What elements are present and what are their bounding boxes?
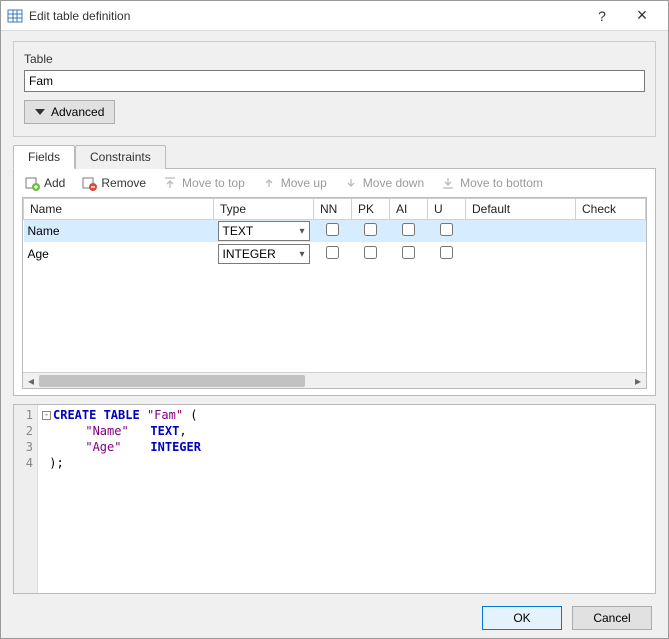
move-down-button[interactable]: Move down bbox=[343, 175, 424, 191]
u-checkbox[interactable] bbox=[440, 246, 453, 259]
scroll-left-icon[interactable]: ◂ bbox=[23, 373, 39, 389]
pk-checkbox[interactable] bbox=[364, 246, 377, 259]
cancel-button[interactable]: Cancel bbox=[572, 606, 652, 630]
cell-check[interactable] bbox=[576, 243, 646, 266]
ai-checkbox[interactable] bbox=[402, 246, 415, 259]
title-bar: Edit table definition ? × bbox=[1, 1, 668, 31]
window-title: Edit table definition bbox=[29, 9, 582, 23]
col-ai[interactable]: AI bbox=[390, 199, 428, 220]
sql-preview: 1 2 3 4 -CREATE TABLE "Fam" ( "Name" TEX… bbox=[13, 404, 656, 594]
type-combo[interactable]: TEXT▾ bbox=[218, 221, 310, 241]
cell-name[interactable]: Age bbox=[24, 243, 214, 266]
cell-check[interactable] bbox=[576, 220, 646, 243]
cell-default[interactable] bbox=[466, 243, 576, 266]
col-u[interactable]: U bbox=[428, 199, 466, 220]
pk-checkbox[interactable] bbox=[364, 223, 377, 236]
fold-icon[interactable]: - bbox=[42, 411, 51, 420]
dialog-button-row: OK Cancel bbox=[13, 602, 656, 630]
tab-fields[interactable]: Fields bbox=[13, 145, 75, 169]
add-icon bbox=[24, 175, 40, 191]
advanced-toggle[interactable]: Advanced bbox=[24, 100, 115, 124]
ok-button[interactable]: OK bbox=[482, 606, 562, 630]
table-name-input[interactable] bbox=[24, 70, 645, 92]
line-gutter: 1 2 3 4 bbox=[14, 405, 38, 593]
dialog-window: Edit table definition ? × Table Advanced… bbox=[0, 0, 669, 639]
move-up-icon bbox=[261, 175, 277, 191]
nn-checkbox[interactable] bbox=[326, 223, 339, 236]
tab-constraints[interactable]: Constraints bbox=[75, 145, 166, 169]
app-icon bbox=[7, 8, 23, 24]
col-default[interactable]: Default bbox=[466, 199, 576, 220]
col-nn[interactable]: NN bbox=[314, 199, 352, 220]
add-field-button[interactable]: Add bbox=[24, 175, 65, 191]
move-up-button[interactable]: Move up bbox=[261, 175, 327, 191]
type-combo[interactable]: INTEGER▾ bbox=[218, 244, 310, 264]
move-top-icon bbox=[162, 175, 178, 191]
col-type[interactable]: Type bbox=[214, 199, 314, 220]
fields-toolbar: Add Remove Move to top bbox=[14, 169, 655, 197]
triangle-down-icon bbox=[35, 109, 45, 115]
close-button[interactable]: × bbox=[622, 2, 662, 30]
chevron-down-icon: ▾ bbox=[299, 249, 304, 260]
ai-checkbox[interactable] bbox=[402, 223, 415, 236]
cell-name[interactable]: Name bbox=[24, 220, 214, 243]
nn-checkbox[interactable] bbox=[326, 246, 339, 259]
horizontal-scrollbar[interactable]: ◂ ▸ bbox=[23, 372, 646, 388]
table-row[interactable]: Age INTEGER▾ bbox=[24, 243, 646, 266]
tab-strip: Fields Constraints bbox=[13, 145, 656, 169]
fields-grid[interactable]: Name Type NN PK AI U Default Check bbox=[23, 198, 646, 266]
u-checkbox[interactable] bbox=[440, 223, 453, 236]
cell-default[interactable] bbox=[466, 220, 576, 243]
help-button[interactable]: ? bbox=[582, 2, 622, 30]
scroll-right-icon[interactable]: ▸ bbox=[630, 373, 646, 389]
grid-empty-area bbox=[23, 266, 646, 372]
move-bottom-icon bbox=[440, 175, 456, 191]
sql-code[interactable]: -CREATE TABLE "Fam" ( "Name" TEXT, "Age"… bbox=[38, 405, 655, 593]
scroll-thumb[interactable] bbox=[39, 375, 305, 387]
col-pk[interactable]: PK bbox=[352, 199, 390, 220]
move-bottom-button[interactable]: Move to bottom bbox=[440, 175, 543, 191]
col-check[interactable]: Check bbox=[576, 199, 646, 220]
move-down-icon bbox=[343, 175, 359, 191]
table-row[interactable]: Name TEXT▾ bbox=[24, 220, 646, 243]
chevron-down-icon: ▾ bbox=[299, 226, 304, 237]
move-top-button[interactable]: Move to top bbox=[162, 175, 245, 191]
table-label: Table bbox=[24, 52, 645, 66]
table-group: Table Advanced bbox=[13, 41, 656, 137]
remove-icon bbox=[81, 175, 97, 191]
col-name[interactable]: Name bbox=[24, 199, 214, 220]
remove-field-button[interactable]: Remove bbox=[81, 175, 146, 191]
